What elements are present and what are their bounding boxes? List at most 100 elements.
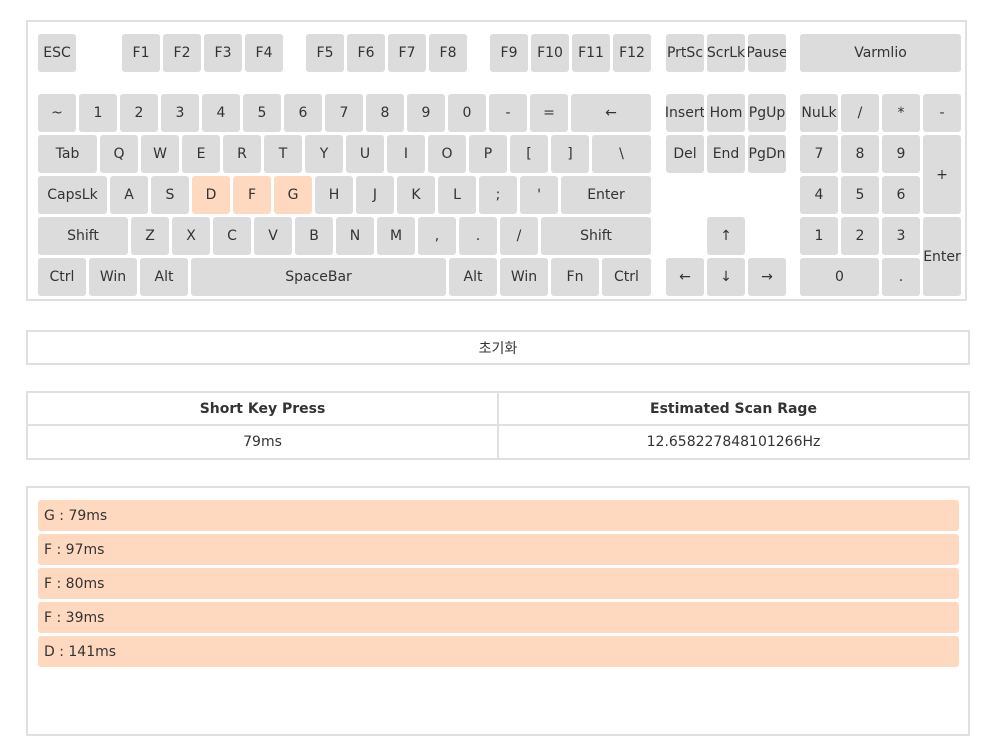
key-f5[interactable]: F5 bbox=[306, 34, 344, 72]
key-capslock[interactable]: CapsLk bbox=[38, 176, 107, 214]
key-rbracket[interactable]: ] bbox=[551, 135, 589, 173]
key-4[interactable]: 4 bbox=[202, 94, 240, 132]
key-arrow-left[interactable]: ← bbox=[666, 258, 704, 296]
key-v[interactable]: V bbox=[254, 217, 292, 255]
key-3[interactable]: 3 bbox=[161, 94, 199, 132]
key-quote[interactable]: ' bbox=[520, 176, 558, 214]
key-insert[interactable]: Insert bbox=[666, 94, 704, 132]
key-fn[interactable]: Fn bbox=[551, 258, 599, 296]
key-equals[interactable]: = bbox=[530, 94, 568, 132]
key-backspace[interactable]: ← bbox=[571, 94, 651, 132]
key-scrlk[interactable]: ScrLk bbox=[707, 34, 745, 72]
key-f8[interactable]: F8 bbox=[429, 34, 467, 72]
key-arrow-up[interactable]: ↑ bbox=[707, 217, 745, 255]
key-o[interactable]: O bbox=[428, 135, 466, 173]
key-x[interactable]: X bbox=[172, 217, 210, 255]
key-num-0[interactable]: 0 bbox=[800, 258, 879, 296]
key-a[interactable]: A bbox=[110, 176, 148, 214]
key-num-minus[interactable]: - bbox=[923, 94, 961, 132]
key-lctrl[interactable]: Ctrl bbox=[38, 258, 86, 296]
key-num-multiply[interactable]: * bbox=[882, 94, 920, 132]
key-num-7[interactable]: 7 bbox=[800, 135, 838, 173]
key-y[interactable]: Y bbox=[305, 135, 343, 173]
key-lshift[interactable]: Shift bbox=[38, 217, 128, 255]
key-comma[interactable]: , bbox=[418, 217, 456, 255]
key-esc[interactable]: ESC bbox=[38, 34, 76, 72]
key-period[interactable]: . bbox=[459, 217, 497, 255]
key-num-1[interactable]: 1 bbox=[800, 217, 838, 255]
key-semicolon[interactable]: ; bbox=[479, 176, 517, 214]
key-lbracket[interactable]: [ bbox=[510, 135, 548, 173]
key-varmlio[interactable]: Varmlio bbox=[800, 34, 961, 72]
key-pgup[interactable]: PgUp bbox=[748, 94, 786, 132]
key-pause[interactable]: Pause bbox=[748, 34, 786, 72]
key-i[interactable]: I bbox=[387, 135, 425, 173]
key-w[interactable]: W bbox=[141, 135, 179, 173]
key-f3[interactable]: F3 bbox=[204, 34, 242, 72]
key-num-3[interactable]: 3 bbox=[882, 217, 920, 255]
key-n[interactable]: N bbox=[336, 217, 374, 255]
key-rctrl[interactable]: Ctrl bbox=[602, 258, 651, 296]
key-f11[interactable]: F11 bbox=[572, 34, 610, 72]
key-f[interactable]: F bbox=[233, 176, 271, 214]
key-slash[interactable]: / bbox=[500, 217, 538, 255]
key-lalt[interactable]: Alt bbox=[140, 258, 188, 296]
key-u[interactable]: U bbox=[346, 135, 384, 173]
key-g[interactable]: G bbox=[274, 176, 312, 214]
key-1[interactable]: 1 bbox=[79, 94, 117, 132]
key-f1[interactable]: F1 bbox=[122, 34, 160, 72]
key-minus[interactable]: - bbox=[489, 94, 527, 132]
key-h[interactable]: H bbox=[315, 176, 353, 214]
key-9[interactable]: 9 bbox=[407, 94, 445, 132]
key-ralt[interactable]: Alt bbox=[449, 258, 497, 296]
key-num-plus[interactable]: + bbox=[923, 135, 961, 214]
key-q[interactable]: Q bbox=[100, 135, 138, 173]
key-l[interactable]: L bbox=[438, 176, 476, 214]
key-5[interactable]: 5 bbox=[243, 94, 281, 132]
key-pgdn[interactable]: PgDn bbox=[748, 135, 786, 173]
key-b[interactable]: B bbox=[295, 217, 333, 255]
key-num-5[interactable]: 5 bbox=[841, 176, 879, 214]
key-c[interactable]: C bbox=[213, 217, 251, 255]
key-m[interactable]: M bbox=[377, 217, 415, 255]
key-prtsc[interactable]: PrtSc bbox=[666, 34, 704, 72]
key-rshift[interactable]: Shift bbox=[541, 217, 651, 255]
key-arrow-right[interactable]: → bbox=[748, 258, 786, 296]
key-tilde[interactable]: ~ bbox=[38, 94, 76, 132]
key-num-8[interactable]: 8 bbox=[841, 135, 879, 173]
key-j[interactable]: J bbox=[356, 176, 394, 214]
key-r[interactable]: R bbox=[223, 135, 261, 173]
key-z[interactable]: Z bbox=[131, 217, 169, 255]
key-end[interactable]: End bbox=[707, 135, 745, 173]
key-f6[interactable]: F6 bbox=[347, 34, 385, 72]
key-arrow-down[interactable]: ↓ bbox=[707, 258, 745, 296]
key-6[interactable]: 6 bbox=[284, 94, 322, 132]
key-del[interactable]: Del bbox=[666, 135, 704, 173]
key-d[interactable]: D bbox=[192, 176, 230, 214]
key-num-decimal[interactable]: . bbox=[882, 258, 920, 296]
key-num-9[interactable]: 9 bbox=[882, 135, 920, 173]
key-0[interactable]: 0 bbox=[448, 94, 486, 132]
key-spacebar[interactable]: SpaceBar bbox=[191, 258, 446, 296]
reset-button[interactable]: 초기화 bbox=[26, 330, 970, 365]
key-numlock[interactable]: NuLk bbox=[800, 94, 838, 132]
key-num-4[interactable]: 4 bbox=[800, 176, 838, 214]
key-8[interactable]: 8 bbox=[366, 94, 404, 132]
key-f7[interactable]: F7 bbox=[388, 34, 426, 72]
key-num-divide[interactable]: / bbox=[841, 94, 879, 132]
key-num-6[interactable]: 6 bbox=[882, 176, 920, 214]
key-e[interactable]: E bbox=[182, 135, 220, 173]
key-f4[interactable]: F4 bbox=[245, 34, 283, 72]
key-rwin[interactable]: Win bbox=[500, 258, 548, 296]
key-7[interactable]: 7 bbox=[325, 94, 363, 132]
key-f2[interactable]: F2 bbox=[163, 34, 201, 72]
key-lwin[interactable]: Win bbox=[89, 258, 137, 296]
key-2[interactable]: 2 bbox=[120, 94, 158, 132]
key-f12[interactable]: F12 bbox=[613, 34, 651, 72]
key-s[interactable]: S bbox=[151, 176, 189, 214]
key-num-enter[interactable]: Enter bbox=[923, 217, 961, 296]
key-p[interactable]: P bbox=[469, 135, 507, 173]
key-backslash[interactable]: \ bbox=[592, 135, 651, 173]
key-f9[interactable]: F9 bbox=[490, 34, 528, 72]
key-num-2[interactable]: 2 bbox=[841, 217, 879, 255]
